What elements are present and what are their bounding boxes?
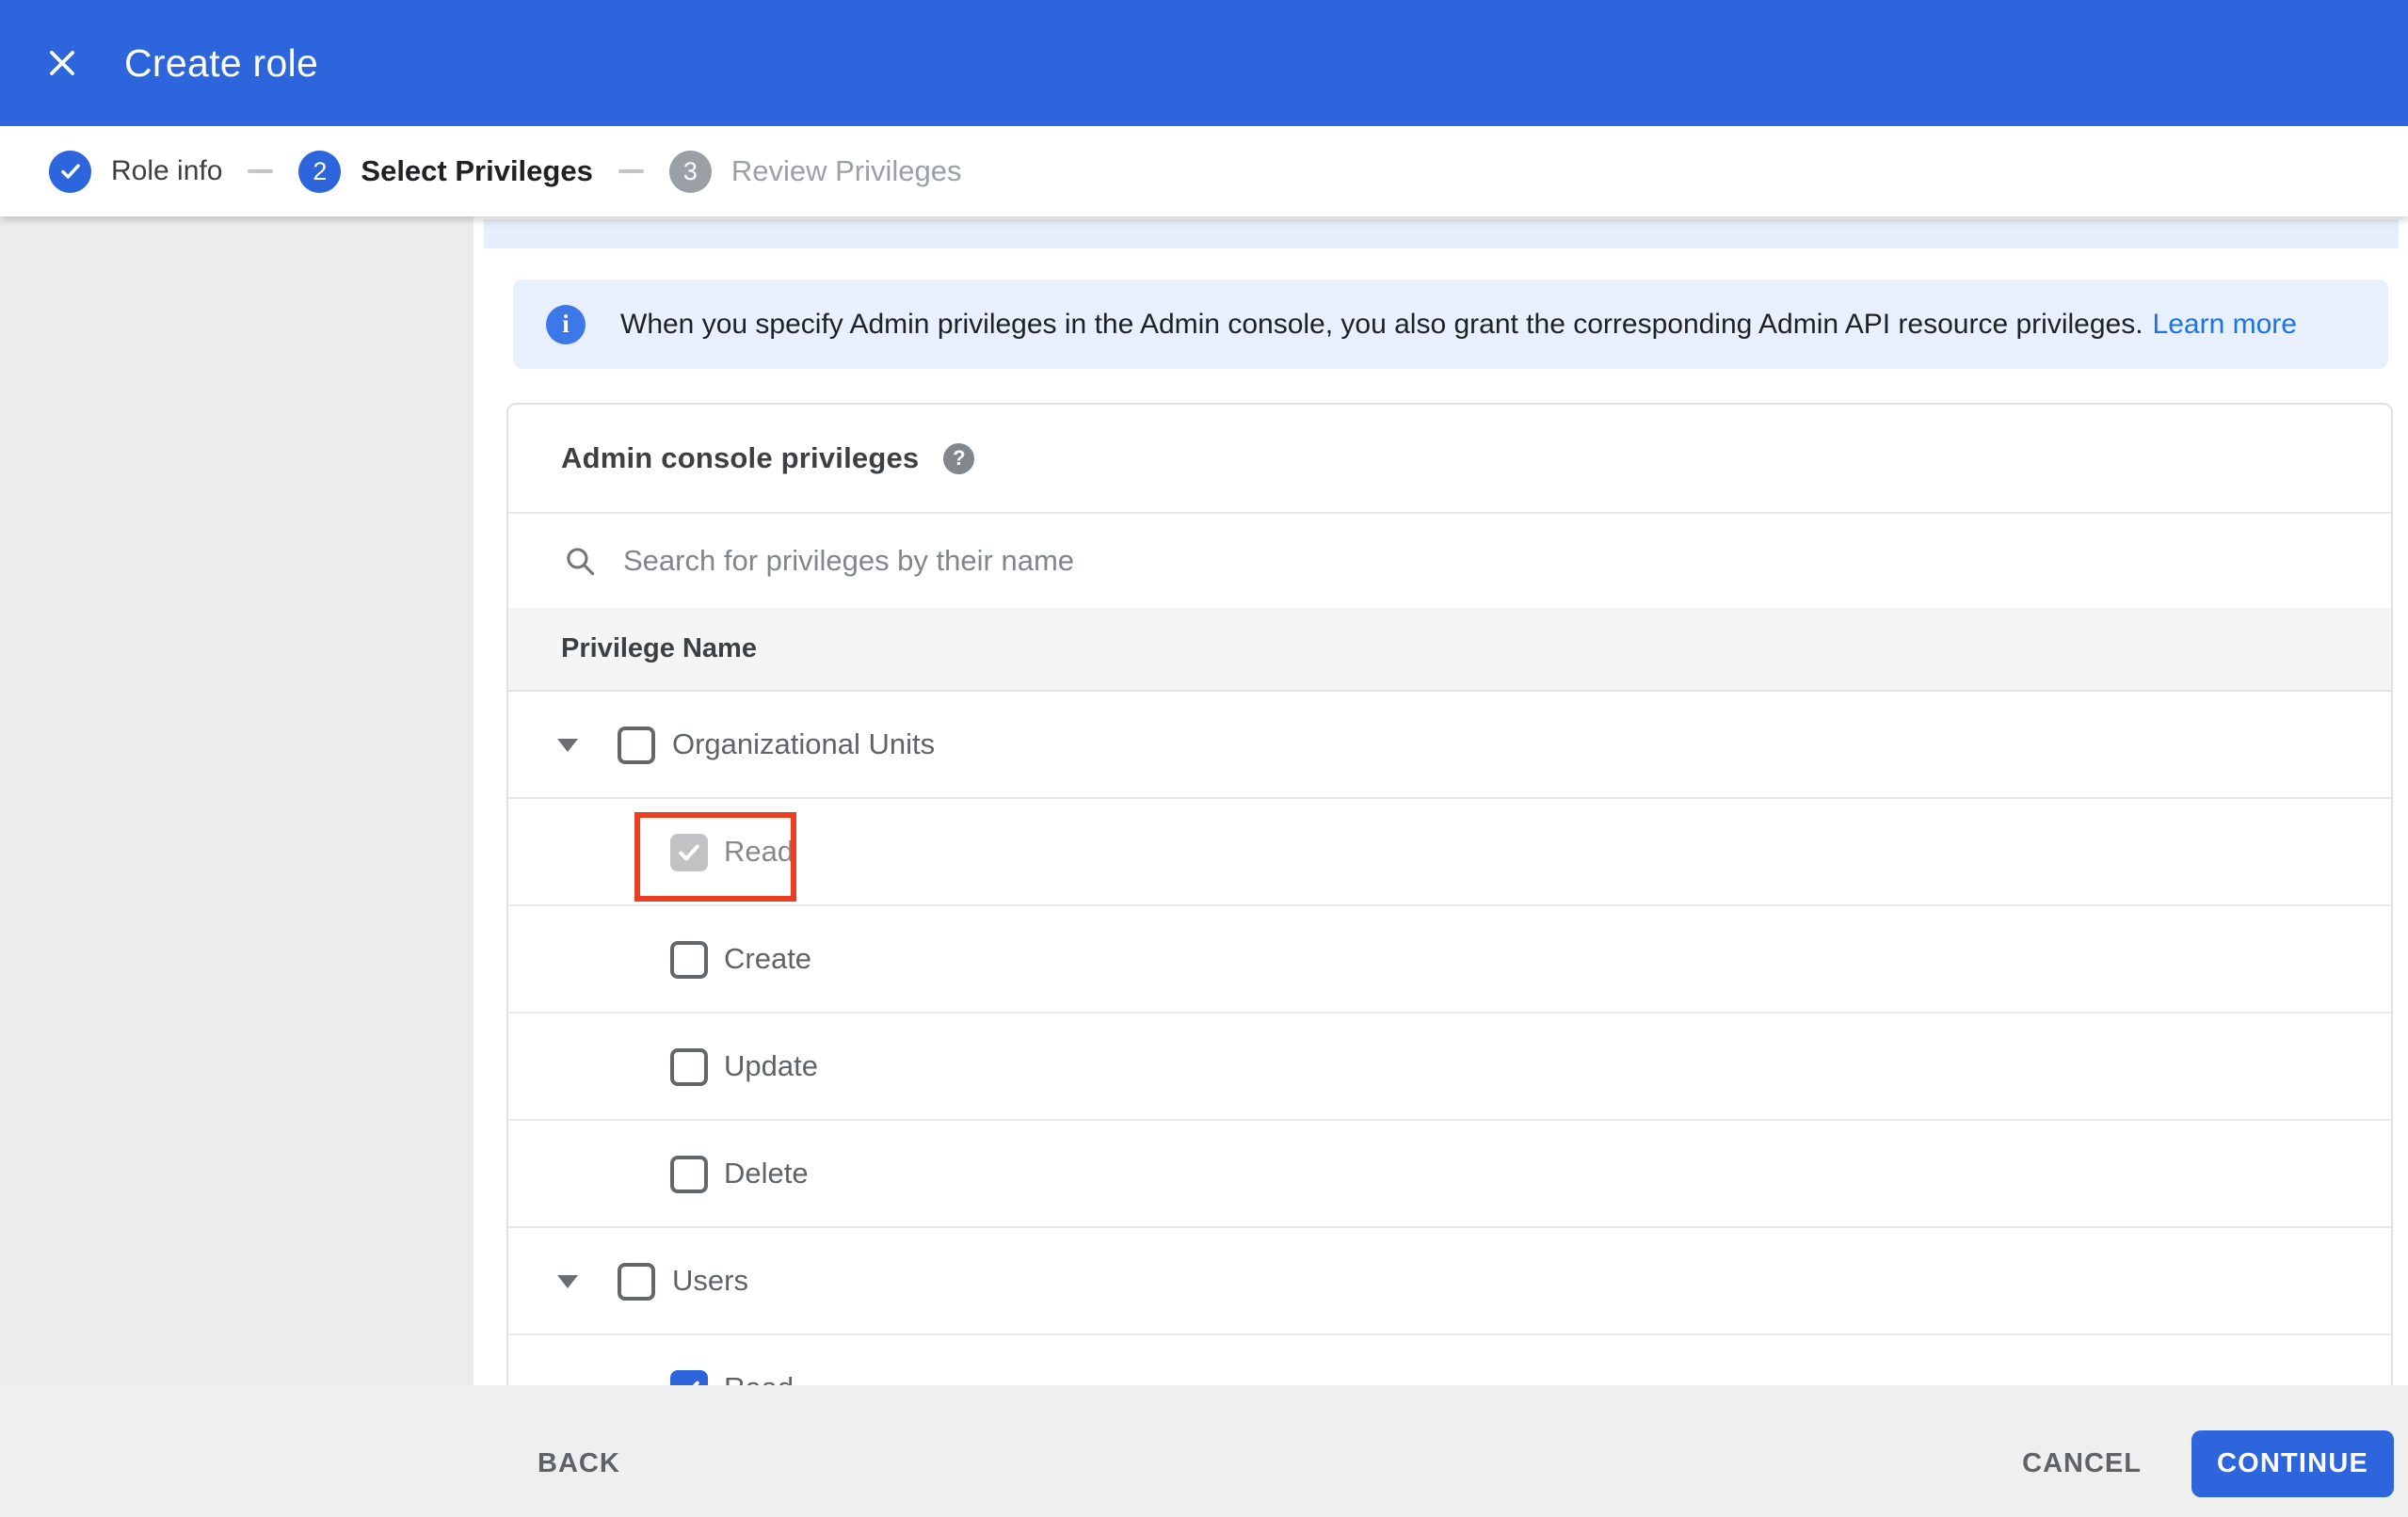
table-row-organizational-units: Organizational Units (508, 692, 2391, 799)
continue-button[interactable]: CONTINUE (2191, 1429, 2394, 1497)
row-label: Users (672, 1264, 748, 1297)
step-review-privileges: 3 Review Privileges (668, 150, 962, 193)
row-label: Read (724, 835, 795, 868)
privileges-card: Admin console privileges ? Privilege Nam… (506, 403, 2393, 1457)
scrolled-content-strip (484, 219, 2399, 248)
table-row-create: Create (508, 906, 2391, 1014)
learn-more-link[interactable]: Learn more (2153, 309, 2297, 341)
step-label-select-privileges: Select Privileges (361, 154, 593, 187)
checkbox-delete[interactable] (670, 1156, 708, 1193)
info-icon: i (546, 304, 586, 344)
card-title: Admin console privileges (561, 441, 920, 474)
step-role-info[interactable]: Role info (49, 150, 223, 193)
footer-action-bar: BACK CANCEL CONTINUE (0, 1385, 2408, 1517)
checkbox-read[interactable] (670, 834, 708, 871)
info-banner-text: When you specify Admin privileges in the… (620, 308, 2143, 340)
checkbox-users[interactable] (618, 1263, 655, 1301)
back-button[interactable]: BACK (538, 1448, 620, 1479)
column-header-privilege-name: Privilege Name (508, 608, 2391, 692)
privilege-search-input[interactable] (623, 544, 2035, 578)
chevron-down-icon[interactable] (557, 739, 578, 752)
card-header: Admin console privileges ? (508, 405, 2391, 514)
privilege-search-row (508, 514, 2391, 608)
close-icon[interactable] (43, 44, 81, 82)
table-row-update: Update (508, 1014, 2391, 1121)
row-label: Create (724, 942, 812, 975)
checkbox-create[interactable] (670, 941, 708, 979)
chevron-down-icon[interactable] (557, 1275, 578, 1288)
row-label: Organizational Units (672, 727, 936, 760)
table-row-delete: Delete (508, 1121, 2391, 1228)
row-label: Update (724, 1049, 818, 1082)
cancel-button[interactable]: CANCEL (2022, 1448, 2142, 1479)
info-banner: i When you specify Admin privileges in t… (513, 279, 2388, 369)
step-label-review-privileges: Review Privileges (730, 154, 962, 187)
app-bar: Create role (0, 0, 2408, 126)
step-select-privileges[interactable]: 2 Select Privileges (298, 150, 593, 193)
search-icon (563, 544, 598, 579)
step-connector (618, 169, 644, 173)
step-upcoming-circle: 3 (668, 150, 712, 193)
dialog-title: Create role (124, 40, 319, 85)
stepper: Role info 2 Select Privileges 3 Review P… (0, 126, 2408, 216)
table-row-users: Users (508, 1228, 2391, 1335)
check-icon (58, 159, 83, 184)
step-active-circle: 2 (298, 150, 342, 193)
checkbox-update[interactable] (670, 1048, 708, 1086)
left-rail (0, 216, 474, 1385)
step-label-role-info: Role info (111, 155, 223, 186)
step-connector (248, 169, 274, 173)
step-complete-circle (49, 150, 91, 193)
checkbox-organizational-units[interactable] (618, 727, 655, 764)
row-label: Delete (724, 1157, 809, 1190)
help-question-icon[interactable]: ? (943, 442, 975, 474)
table-row-read: Read (508, 799, 2391, 906)
